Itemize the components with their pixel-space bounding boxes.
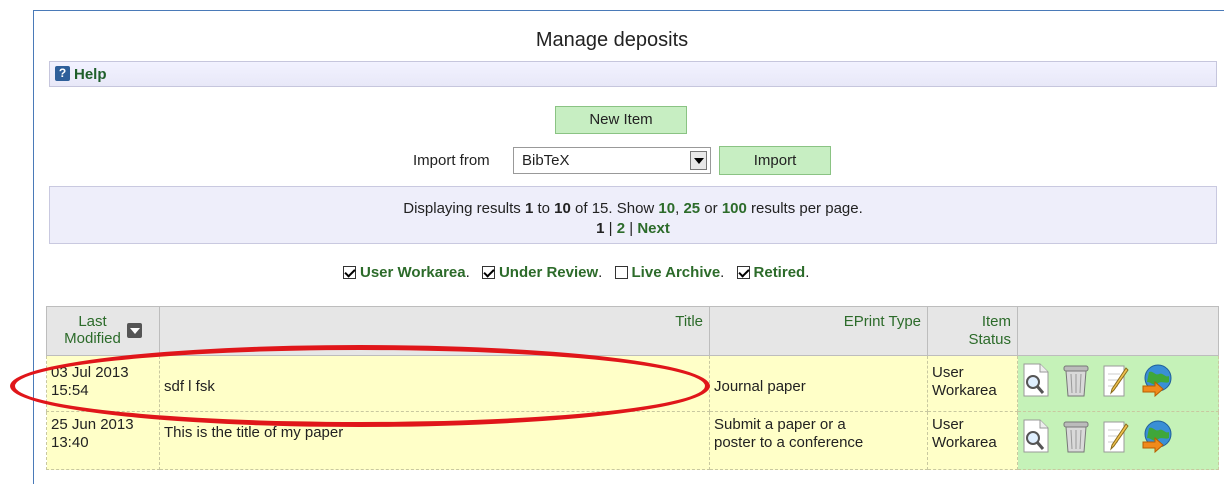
results-text: of (570, 200, 592, 217)
header-label: Item (981, 313, 1011, 330)
status-line: User (932, 364, 964, 381)
cell-last-modified: 25 Jun 2013 13:40 (46, 411, 160, 470)
column-last-modified[interactable]: Last Modified (46, 306, 160, 356)
cell-actions (1017, 355, 1219, 412)
results-bar: Displaying results 1 to 10 of 15. Show 1… (49, 186, 1217, 244)
per-page-25-link[interactable]: 25 (683, 200, 700, 217)
cell-time: 15:54 (51, 382, 89, 399)
deposit-globe-icon[interactable] (1141, 362, 1173, 398)
checkbox[interactable] (736, 266, 750, 279)
filter-label: Under Review (498, 264, 599, 281)
filter-retired[interactable]: Retired. (736, 264, 809, 281)
filter-under-review[interactable]: Under Review. (481, 264, 602, 281)
header-label: Modified (64, 330, 121, 347)
results-text: . Show (608, 200, 659, 217)
page-separator: | (604, 220, 617, 237)
cell-eprint-type: Journal paper (709, 355, 928, 412)
edit-icon[interactable] (1100, 362, 1132, 398)
cell-item-status: User Workarea (927, 411, 1018, 470)
results-text: to (533, 200, 555, 217)
column-eprint-type[interactable]: EPrint Type (709, 306, 928, 356)
import-format-value: BibTeX (522, 152, 570, 169)
results-total: 15 (591, 200, 609, 217)
help-icon[interactable]: ? (55, 66, 70, 81)
header-label: Title (675, 313, 703, 330)
filter-label: Live Archive (631, 264, 721, 281)
help-bar: ? Help (49, 61, 1217, 87)
new-item-button[interactable]: New Item (555, 106, 687, 134)
deposits-table: Last Modified Title EPrint Type Item Statu… (46, 306, 1219, 470)
page-2-link[interactable]: 2 (617, 220, 625, 237)
header-label: EPrint Type (843, 313, 921, 330)
filter-live-archive[interactable]: Live Archive. (614, 264, 724, 281)
checkbox[interactable] (614, 266, 628, 279)
cell-actions (1017, 411, 1219, 470)
item-type: Journal paper (714, 378, 806, 395)
cell-title: This is the title of my paper (159, 411, 710, 470)
next-page-link[interactable]: Next (637, 220, 670, 237)
results-to: 10 (554, 200, 571, 217)
cell-date: 25 Jun 2013 (51, 416, 134, 433)
page-separator: | (625, 220, 638, 237)
import-button[interactable]: Import (719, 146, 831, 175)
chevron-down-icon[interactable] (690, 151, 707, 170)
help-link[interactable]: Help (74, 66, 107, 83)
cell-item-status: User Workarea (927, 355, 1018, 412)
table-row: 25 Jun 2013 13:40 This is the title of my… (46, 411, 1219, 470)
checkbox[interactable] (481, 266, 495, 279)
column-item-status[interactable]: Item Status (927, 306, 1018, 356)
trash-icon[interactable] (1060, 362, 1092, 398)
column-title[interactable]: Title (159, 306, 710, 356)
pagination: 1 | 2 | Next (50, 220, 1216, 237)
header-label: Status (968, 331, 1011, 348)
import-label: Import from (413, 152, 490, 169)
column-actions (1017, 306, 1219, 356)
checkbox[interactable] (343, 266, 356, 279)
page-title: Manage deposits (535, 29, 689, 51)
per-page-100-link[interactable]: 100 (722, 200, 747, 217)
sort-descending-icon[interactable] (126, 323, 142, 339)
results-text: results per page. (746, 200, 863, 217)
edit-icon[interactable] (1100, 418, 1132, 454)
results-text: Displaying results (403, 200, 525, 217)
filter-label: Retired (753, 264, 806, 281)
item-title: sdf l fsk (164, 378, 215, 395)
item-title: This is the title of my paper (164, 424, 344, 441)
table-row: 03 Jul 2013 15:54 sdf l fsk Journal paper… (46, 355, 1219, 412)
item-type: poster to a conference (714, 434, 864, 451)
cell-time: 13:40 (51, 434, 89, 451)
import-format-select[interactable]: BibTeX (513, 147, 711, 174)
cell-last-modified: 03 Jul 2013 15:54 (46, 355, 160, 412)
status-filters: User Workarea. Under Review. Live Archiv… (343, 264, 817, 281)
cell-eprint-type: Submit a paper or a poster to a conferenc… (709, 411, 928, 470)
status-line: Workarea (932, 434, 997, 451)
view-icon[interactable] (1020, 418, 1052, 454)
results-text: or (700, 200, 722, 217)
page-current: 1 (596, 220, 605, 237)
view-icon[interactable] (1020, 362, 1052, 398)
cell-date: 03 Jul 2013 (51, 364, 129, 381)
status-line: User (932, 416, 964, 433)
per-page-10-link[interactable]: 10 (658, 200, 675, 217)
trash-icon[interactable] (1060, 418, 1092, 454)
filter-label: User Workarea (360, 264, 466, 281)
status-line: Workarea (932, 382, 997, 399)
deposit-globe-icon[interactable] (1141, 418, 1173, 454)
cell-title: sdf l fsk (159, 355, 710, 412)
header-label: Last (78, 313, 107, 330)
table-header-row: Last Modified Title EPrint Type Item Statu… (46, 306, 1219, 356)
results-summary: Displaying results 1 to 10 of 15. Show 1… (50, 200, 1216, 217)
filter-user-workarea[interactable]: User Workarea. (343, 264, 470, 281)
item-type: Submit a paper or a (714, 416, 846, 433)
